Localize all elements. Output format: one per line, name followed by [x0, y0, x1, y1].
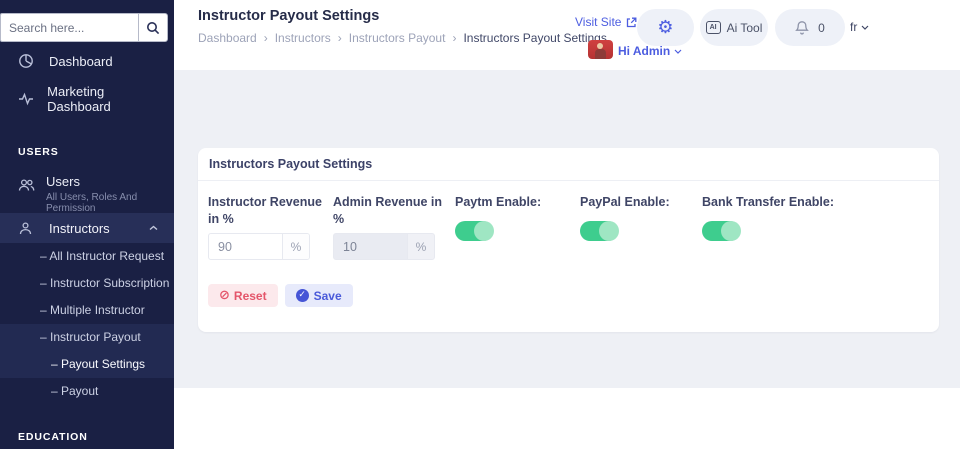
breadcrumb: Dashboard › Instructors › Instructors Pa… — [198, 31, 607, 45]
sidebar-item-payout-settings[interactable]: – Payout Settings — [0, 351, 174, 378]
external-link-icon — [626, 17, 637, 28]
breadcrumb-item[interactable]: Instructors — [275, 31, 331, 45]
visit-site-link[interactable]: Visit Site — [575, 15, 637, 29]
admin-revenue-label: Admin Revenue in % — [333, 195, 443, 226]
sidebar: Dashboard Marketing Dashboard USERS User… — [0, 0, 174, 449]
bank-transfer-toggle[interactable] — [702, 220, 741, 241]
chevron-down-icon — [674, 49, 682, 54]
chevron-down-icon — [861, 25, 869, 30]
ai-chip-icon: AI — [705, 21, 721, 34]
sidebar-item-subtitle: All Users, Roles And Permission — [46, 192, 138, 214]
sidebar-item-instructor-subscription[interactable]: – Instructor Subscription — [0, 270, 174, 297]
save-button[interactable]: ✓ Save — [284, 284, 353, 307]
user-menu[interactable]: Hi Admin — [618, 44, 682, 58]
percent-addon: % — [407, 234, 434, 259]
instructor-revenue-group: % — [208, 233, 310, 260]
notification-count: 0 — [818, 20, 825, 35]
sidebar-item-dashboard[interactable]: Dashboard — [0, 42, 174, 80]
pie-chart-icon — [18, 53, 38, 69]
avatar[interactable] — [588, 40, 613, 59]
activity-pulse-icon — [18, 91, 36, 107]
toggle-knob — [474, 220, 494, 241]
paytm-enable-label: Paytm Enable: — [455, 195, 542, 209]
ai-tool-label: Ai Tool — [726, 20, 763, 35]
sidebar-item-payout[interactable]: – Payout — [0, 378, 174, 405]
paytm-toggle[interactable] — [455, 220, 494, 241]
card-title: Instructors Payout Settings — [198, 148, 939, 181]
sidebar-item-users[interactable]: Users All Users, Roles And Permission — [0, 172, 174, 214]
ai-tool-button[interactable]: AI Ai Tool — [700, 9, 768, 46]
toggle-knob — [599, 220, 619, 241]
breadcrumb-item-current: Instructors Payout Settings — [463, 31, 607, 45]
instructor-revenue-label: Instructor Revenue in % — [208, 195, 322, 226]
search-icon — [146, 21, 160, 35]
sidebar-item-label: Marketing Dashboard — [47, 84, 111, 114]
instructor-revenue-input[interactable] — [209, 234, 282, 259]
people-icon — [18, 177, 35, 194]
language-selector[interactable]: fr — [850, 20, 869, 34]
search-button[interactable] — [138, 13, 168, 42]
paypal-toggle[interactable] — [580, 220, 619, 241]
breadcrumb-separator: › — [452, 31, 457, 45]
sidebar-item-all-instructor-request[interactable]: – All Instructor Request — [0, 243, 174, 270]
breadcrumb-item[interactable]: Instructors Payout — [349, 31, 446, 45]
payout-settings-card: Instructors Payout Settings Instructor R… — [198, 148, 939, 332]
search-input[interactable] — [0, 13, 138, 42]
check-circle-icon: ✓ — [295, 289, 309, 302]
toggle-knob — [721, 220, 741, 241]
gear-icon: ⚙ — [657, 16, 674, 38]
settings-button[interactable]: ⚙ — [637, 9, 694, 46]
reset-button[interactable]: ⊘ Reset — [208, 284, 278, 307]
sidebar-item-label: Users — [46, 174, 80, 189]
sidebar-item-instructor-payout[interactable]: – Instructor Payout — [0, 324, 174, 351]
sidebar-item-label: Instructors — [49, 220, 110, 236]
notifications-button[interactable]: 0 — [775, 9, 845, 46]
sidebar-section-education: EDUCATION — [18, 431, 88, 443]
sidebar-section-users: USERS — [18, 146, 59, 158]
bank-transfer-enable-label: Bank Transfer Enable: — [702, 195, 834, 209]
page-title: Instructor Payout Settings — [198, 8, 380, 24]
chevron-up-icon — [149, 225, 158, 231]
sidebar-item-instructors[interactable]: Instructors — [0, 213, 174, 243]
sidebar-item-multiple-instructor[interactable]: – Multiple Instructor — [0, 297, 174, 324]
sidebar-search — [0, 13, 168, 42]
sidebar-item-label: Dashboard — [49, 53, 113, 69]
breadcrumb-separator: › — [337, 31, 342, 45]
percent-addon: % — [282, 234, 309, 259]
prohibition-icon: ⊘ — [219, 288, 230, 303]
sidebar-item-marketing-dashboard[interactable]: Marketing Dashboard — [0, 80, 174, 118]
instructor-payout-submenu: – Instructor Payout – Payout Settings — [0, 324, 174, 378]
person-icon — [18, 221, 38, 236]
breadcrumb-separator: › — [263, 31, 268, 45]
admin-revenue-input[interactable] — [334, 234, 407, 259]
paypal-enable-label: PayPal Enable: — [580, 195, 670, 209]
admin-revenue-group: % — [333, 233, 435, 260]
bell-icon — [795, 20, 810, 35]
content-area: Instructors Payout Settings Instructor R… — [174, 70, 960, 388]
topbar: Instructor Payout Settings Dashboard › I… — [174, 0, 960, 70]
breadcrumb-item[interactable]: Dashboard — [198, 31, 257, 45]
